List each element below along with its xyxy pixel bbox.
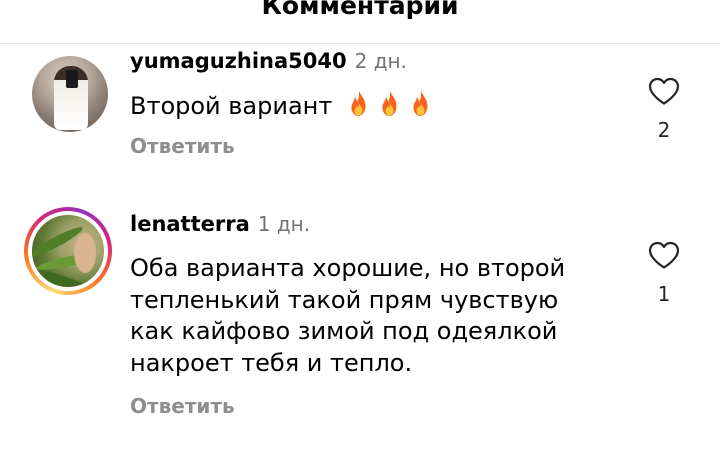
like-count: 1 <box>657 282 671 306</box>
comment-text-body: Второй вариант <box>130 92 333 120</box>
comments-header: Комментарии <box>0 0 720 26</box>
comment-text: Оба варианта хорошие, но второй тепленьк… <box>130 253 610 379</box>
avatar-face <box>74 233 96 273</box>
comment-text: Второй вариант <box>130 88 610 123</box>
fire-icon <box>382 89 397 116</box>
avatar[interactable] <box>26 50 114 138</box>
comments-screen: Комментарии yumaguzhina5040 2 дн. Второй … <box>0 0 720 458</box>
avatar-phone <box>66 70 78 88</box>
heart-icon[interactable] <box>647 240 681 270</box>
comment-text-line: как кайфово зимой под одеялкой <box>130 317 558 345</box>
like-button[interactable]: 1 <box>644 240 684 306</box>
page-title: Комментарии <box>261 0 459 20</box>
comment-time: 1 дн. <box>257 212 311 236</box>
comment-text-line: тепленький такой прям чувствую <box>130 285 559 314</box>
comment-username[interactable]: lenatterra <box>130 212 250 236</box>
comment-username-row: lenatterra 1 дн. <box>130 212 310 236</box>
avatar-image <box>32 56 108 132</box>
avatar-image <box>28 211 108 291</box>
like-button[interactable]: 2 <box>644 76 684 142</box>
comment-username[interactable]: yumaguzhina5040 <box>130 49 347 73</box>
comment-item: yumaguzhina5040 2 дн. Второй вариант Отве… <box>0 44 720 194</box>
comment-time: 2 дн. <box>354 49 407 73</box>
avatar-story-ring[interactable] <box>24 207 112 295</box>
comment-text-line: Оба варианта хорошие, но второй <box>130 254 566 282</box>
comment-item: lenatterra 1 дн. Оба варианта хорошие, но… <box>0 200 720 430</box>
fire-icon <box>351 89 366 116</box>
comment-text-line: накроет тебя и тепло. <box>130 348 413 377</box>
heart-icon[interactable] <box>647 76 681 106</box>
reply-button[interactable]: Ответить <box>130 134 235 158</box>
like-count: 2 <box>657 118 671 142</box>
reply-button[interactable]: Ответить <box>130 394 235 418</box>
fire-icon <box>413 89 428 116</box>
comment-username-row: yumaguzhina5040 2 дн. <box>130 49 407 73</box>
